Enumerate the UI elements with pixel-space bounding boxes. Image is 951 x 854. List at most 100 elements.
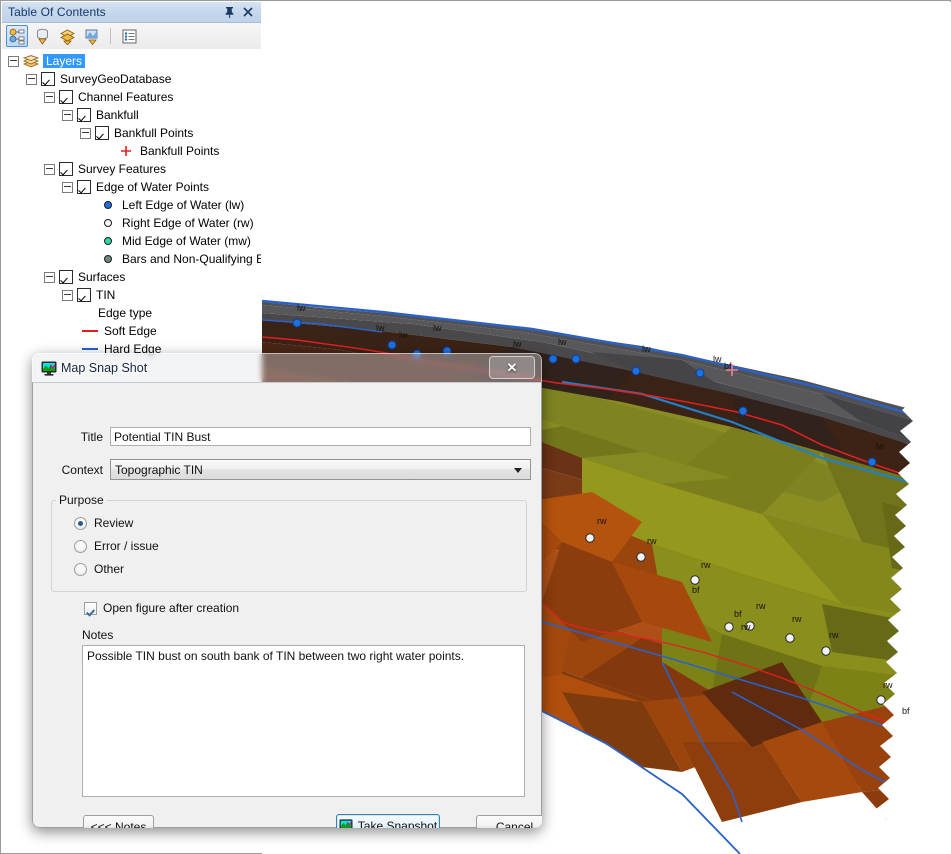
close-icon[interactable] xyxy=(240,4,256,20)
layer-symbol-line-blue xyxy=(80,348,100,350)
map-point-label: rw xyxy=(756,601,766,611)
list-by-visibility-button[interactable] xyxy=(56,25,78,47)
layer-visibility-checkbox[interactable] xyxy=(77,288,91,302)
purpose-group: Purpose Review Error / issue Other xyxy=(51,493,527,592)
layer-tree-label: Edge type xyxy=(98,306,153,320)
dialog-title-bar[interactable]: Map Snap Shot ✕ xyxy=(32,353,542,382)
map-point-label: rw xyxy=(829,630,839,640)
title-input[interactable] xyxy=(110,427,531,446)
map-point-label: lw xyxy=(433,323,442,333)
layer-tree-label: Survey Features xyxy=(78,162,167,176)
layer-tree-item[interactable]: Bankfull Points xyxy=(2,124,261,142)
monitor-snapshot-icon xyxy=(41,361,57,376)
expander-icon[interactable] xyxy=(62,109,73,121)
expander-icon[interactable] xyxy=(80,127,91,139)
layer-tree-label: Mid Edge of Water (mw) xyxy=(122,234,251,248)
expander-icon[interactable] xyxy=(44,271,55,283)
expander-icon[interactable] xyxy=(62,181,73,193)
layers-icon xyxy=(23,54,39,68)
purpose-radio-row[interactable]: Error / issue xyxy=(74,536,526,556)
layer-visibility-checkbox[interactable] xyxy=(59,90,73,104)
list-by-source-button[interactable] xyxy=(31,25,53,47)
dialog-close-button[interactable]: ✕ xyxy=(489,356,535,379)
take-snapshot-button[interactable]: Take Snapshot xyxy=(336,814,440,828)
cancel-button[interactable]: Cancel xyxy=(476,815,542,828)
open-figure-label: Open figure after creation xyxy=(103,601,240,615)
purpose-radio-label: Error / issue xyxy=(94,539,159,553)
dialog-body: Title Context Topographic TIN Purpose Re… xyxy=(32,382,542,828)
cancel-label: Cancel xyxy=(495,819,534,829)
snapshot-monitor-icon xyxy=(339,819,353,828)
purpose-radio-row[interactable]: Other xyxy=(74,559,526,579)
map-point-label: bf xyxy=(734,609,742,619)
layer-tree-item[interactable]: Survey Features xyxy=(2,160,261,178)
map-point-label: lw xyxy=(558,337,567,347)
map-point-label: lw xyxy=(399,330,408,340)
map-point-label: bf xyxy=(902,706,910,716)
expander-icon[interactable] xyxy=(44,91,55,103)
layer-tree-label: Layers xyxy=(43,54,86,68)
purpose-radio-button[interactable] xyxy=(74,516,87,530)
map-point-label: rw xyxy=(883,680,893,690)
layer-tree-item[interactable]: Bars and Non-Qualifying E xyxy=(2,250,261,268)
layer-visibility-checkbox[interactable] xyxy=(41,72,55,86)
purpose-radio-button[interactable] xyxy=(74,539,87,553)
list-by-selection-button[interactable] xyxy=(81,25,103,47)
layer-tree-item[interactable]: Bankfull Points xyxy=(2,142,261,160)
layer-symbol-dot-green xyxy=(98,237,118,245)
layer-tree-item[interactable]: Channel Features xyxy=(2,88,261,106)
expander-icon[interactable] xyxy=(62,289,73,301)
layer-tree-item[interactable]: Soft Edge xyxy=(2,322,261,340)
toc-toolbar xyxy=(2,23,261,50)
layer-symbol-line-red xyxy=(80,330,100,332)
expander-icon[interactable] xyxy=(8,55,19,67)
layer-visibility-checkbox[interactable] xyxy=(95,126,109,140)
layer-tree-item[interactable]: TIN xyxy=(2,286,261,304)
layer-visibility-checkbox[interactable] xyxy=(59,270,73,284)
layer-tree-label: Bankfull Points xyxy=(140,144,220,158)
context-selected-value: Topographic TIN xyxy=(115,462,203,477)
layer-tree-item[interactable]: Edge type xyxy=(2,304,261,322)
layer-symbol-dot-blue xyxy=(98,201,118,209)
map-snapshot-dialog: Map Snap Shot ✕ Title Context Topographi… xyxy=(32,353,542,828)
open-figure-checkbox-row[interactable]: Open figure after creation xyxy=(84,601,239,615)
expander-icon[interactable] xyxy=(44,163,55,175)
map-point-label: lw xyxy=(642,344,651,354)
layer-tree-label: Channel Features xyxy=(78,90,174,104)
layer-tree-item[interactable]: Right Edge of Water (rw) xyxy=(2,214,261,232)
purpose-radio-row[interactable]: Review xyxy=(74,513,526,533)
dialog-title: Map Snap Shot xyxy=(61,361,148,375)
pin-icon[interactable] xyxy=(221,4,237,20)
layer-tree-item[interactable]: Bankfull xyxy=(2,106,261,124)
layer-tree-item[interactable]: SurveyGeoDatabase xyxy=(2,70,261,88)
notes-label: Notes xyxy=(82,628,114,642)
map-point-label: lw xyxy=(876,441,885,451)
layer-tree-label: Edge of Water Points xyxy=(96,180,209,194)
context-field-label: Context xyxy=(61,462,103,477)
layer-tree-item[interactable]: Surfaces xyxy=(2,268,261,286)
options-button[interactable] xyxy=(118,25,140,47)
purpose-radio-label: Review xyxy=(94,516,134,530)
layer-visibility-checkbox[interactable] xyxy=(77,108,91,122)
map-point-label: rw xyxy=(741,622,751,632)
context-field-row: Context Topographic TIN xyxy=(41,459,533,480)
chevron-down-icon xyxy=(514,467,522,473)
open-figure-checkbox[interactable] xyxy=(84,601,97,615)
purpose-radio-label: Other xyxy=(94,562,125,576)
map-point-label: lw xyxy=(376,323,385,333)
layer-tree-item[interactable]: Mid Edge of Water (mw) xyxy=(2,232,261,250)
notes-toggle-button[interactable]: <<< Notes xyxy=(83,815,154,828)
list-by-drawing-order-button[interactable] xyxy=(6,25,28,47)
context-combobox[interactable]: Topographic TIN xyxy=(110,459,531,480)
layer-tree-item[interactable]: Edge of Water Points xyxy=(2,178,261,196)
map-point-label: rw xyxy=(701,560,711,570)
expander-icon[interactable] xyxy=(26,73,37,85)
notes-textarea[interactable] xyxy=(82,645,525,797)
layer-tree-item[interactable]: Left Edge of Water (lw) xyxy=(2,196,261,214)
layer-visibility-checkbox[interactable] xyxy=(59,162,73,176)
layer-tree-item[interactable]: Layers xyxy=(2,52,261,70)
title-field-label: Title xyxy=(80,429,103,444)
layer-tree-label: Left Edge of Water (lw) xyxy=(122,198,245,212)
purpose-radio-button[interactable] xyxy=(74,562,87,576)
layer-visibility-checkbox[interactable] xyxy=(77,180,91,194)
